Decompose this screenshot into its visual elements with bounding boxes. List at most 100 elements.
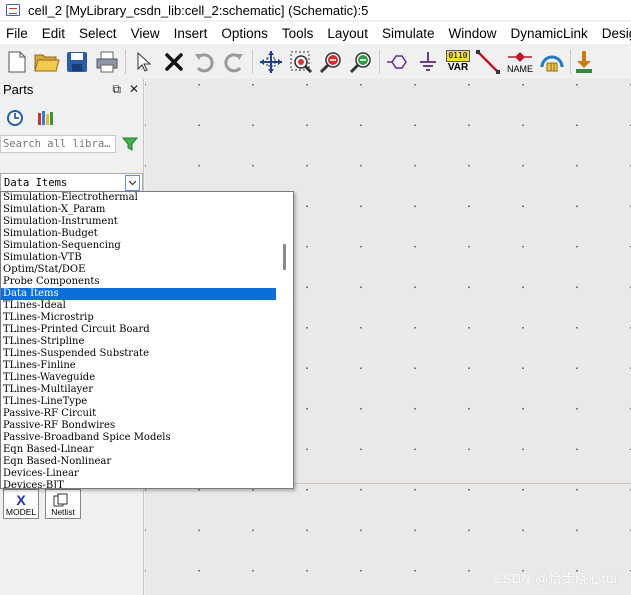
scrollbar-thumb[interactable] (283, 244, 286, 270)
menu-window[interactable]: Window (441, 26, 503, 41)
redo-icon (224, 52, 243, 72)
wire-button[interactable] (473, 47, 503, 77)
library-combobox[interactable]: Data Items (0, 173, 143, 193)
library-option[interactable]: Passive-Broadband Spice Models (1, 432, 277, 444)
library-option[interactable]: Simulation-Budget (1, 228, 277, 240)
netlist-icon (53, 493, 68, 507)
menu-select[interactable]: Select (72, 26, 124, 41)
ground-button[interactable] (413, 47, 443, 77)
zoom-area-icon (290, 51, 313, 73)
filter-funnel-icon[interactable] (122, 136, 138, 152)
library-option[interactable]: Devices-Linear (1, 468, 277, 480)
library-option[interactable]: TLines-Microstrip (1, 312, 277, 324)
push-into-hierarchy-button[interactable] (574, 47, 594, 77)
library-option[interactable]: Simulation-X_Param (1, 204, 277, 216)
var-label: VAR (447, 61, 469, 73)
library-option[interactable]: Devices-BJT (1, 480, 277, 488)
menu-insert[interactable]: Insert (167, 26, 215, 41)
library-option[interactable]: Passive-RF Circuit (1, 408, 277, 420)
dropdown-scrollbar[interactable] (276, 192, 293, 488)
library-option[interactable]: TLines-Multilayer (1, 384, 277, 396)
zoom-area-button[interactable] (286, 47, 316, 77)
menu-design[interactable]: Desig (595, 26, 631, 41)
library-option[interactable]: TLines-Finline (1, 360, 277, 372)
zoom-in-icon (319, 51, 341, 73)
toolbar-separator (570, 49, 571, 74)
library-option[interactable]: Eqn Based-Nonlinear (1, 456, 277, 468)
history-clock-icon[interactable] (6, 109, 24, 127)
library-option[interactable]: Data Items (1, 288, 277, 300)
netlist-palette-button[interactable]: Netlist (45, 489, 81, 519)
model-palette-button[interactable]: X MODEL (3, 489, 39, 519)
parts-search-row: Search all libra… (0, 129, 143, 153)
close-panel-icon[interactable]: ✕ (129, 82, 139, 97)
undo-button[interactable] (189, 47, 219, 77)
save-button[interactable] (62, 47, 92, 77)
menu-tools[interactable]: Tools (275, 26, 321, 41)
library-option[interactable]: Passive-RF Bondwires (1, 420, 277, 432)
component-palette: X MODEL Netlist (3, 489, 81, 519)
library-option[interactable]: TLines-Printed Circuit Board (1, 324, 277, 336)
menu-bar: File Edit Select View Insert Options Too… (0, 22, 631, 44)
library-option[interactable]: Simulation-Sequencing (1, 240, 277, 252)
watermark-text: CSDN @怡步晓心rui (493, 571, 617, 586)
open-button[interactable] (32, 47, 62, 77)
new-file-button[interactable] (2, 47, 32, 77)
menu-simulate[interactable]: Simulate (375, 26, 442, 41)
save-icon (67, 51, 87, 72)
model-label: MODEL (5, 507, 37, 517)
parts-search-input[interactable]: Search all libra… (0, 135, 116, 153)
redo-button[interactable] (219, 47, 249, 77)
library-option[interactable]: TLines-LineType (1, 396, 277, 408)
main-toolbar: 0110 VAR NAME (0, 45, 631, 78)
var-button[interactable]: 0110 VAR (443, 47, 473, 77)
menu-options[interactable]: Options (214, 26, 275, 41)
simulate-button[interactable] (537, 47, 567, 77)
toolbar-separator (379, 49, 380, 74)
port-hexagon-icon (387, 54, 407, 69)
window-title: cell_2 [MyLibrary_csdn_lib:cell_2:schema… (28, 2, 369, 18)
menu-view[interactable]: View (124, 26, 167, 41)
name-node-icon (508, 51, 532, 62)
library-option[interactable]: TLines-Suspended Substrate (1, 348, 277, 360)
pan-button[interactable] (256, 47, 286, 77)
cursor-arrow-icon (137, 51, 152, 72)
printer-icon (96, 51, 118, 72)
menu-dynamiclink[interactable]: DynamicLink (504, 26, 595, 41)
name-label: NAME (506, 63, 533, 74)
library-option[interactable]: Optim/Stat/DOE (1, 264, 277, 276)
library-option[interactable]: TLines-Waveguide (1, 372, 277, 384)
undo-icon (195, 52, 214, 72)
library-option[interactable]: Probe Components (1, 276, 277, 288)
library-option[interactable]: TLines-Ideal (1, 300, 277, 312)
delete-button[interactable] (159, 47, 189, 77)
parts-panel-header: Parts ⧉ ✕ (0, 79, 143, 99)
menu-file[interactable]: File (0, 26, 35, 41)
zoom-out-button[interactable] (346, 47, 376, 77)
move-arrows-icon (260, 50, 282, 73)
library-option[interactable]: Eqn Based-Linear (1, 444, 277, 456)
port-button[interactable] (383, 47, 413, 77)
toolbar-separator (252, 49, 253, 74)
select-pointer-button[interactable] (129, 47, 159, 77)
name-button[interactable]: NAME (503, 47, 537, 77)
menu-layout[interactable]: Layout (320, 26, 375, 41)
push-down-icon (576, 50, 592, 73)
combobox-dropdown-button[interactable] (125, 175, 140, 191)
toolbar-separator (125, 49, 126, 74)
library-books-icon[interactable] (36, 109, 54, 127)
wire-icon (476, 49, 500, 74)
library-option[interactable]: Simulation-Instrument (1, 216, 277, 228)
library-option[interactable]: TLines-Stripline (1, 336, 277, 348)
print-button[interactable] (92, 47, 122, 77)
library-option[interactable]: Simulation-VTB (1, 252, 277, 264)
menu-edit[interactable]: Edit (35, 26, 72, 41)
new-file-icon (8, 51, 26, 72)
library-dropdown-list[interactable]: Simulation-Electrothermal Simulation-X_Pa… (0, 191, 294, 489)
library-option[interactable]: Simulation-Electrothermal (1, 192, 277, 204)
model-x-glyph: X (16, 492, 26, 508)
app-icon (6, 4, 20, 16)
library-combobox-value: Data Items (4, 177, 68, 189)
zoom-in-button[interactable] (316, 47, 346, 77)
float-panel-icon[interactable]: ⧉ (112, 82, 121, 97)
